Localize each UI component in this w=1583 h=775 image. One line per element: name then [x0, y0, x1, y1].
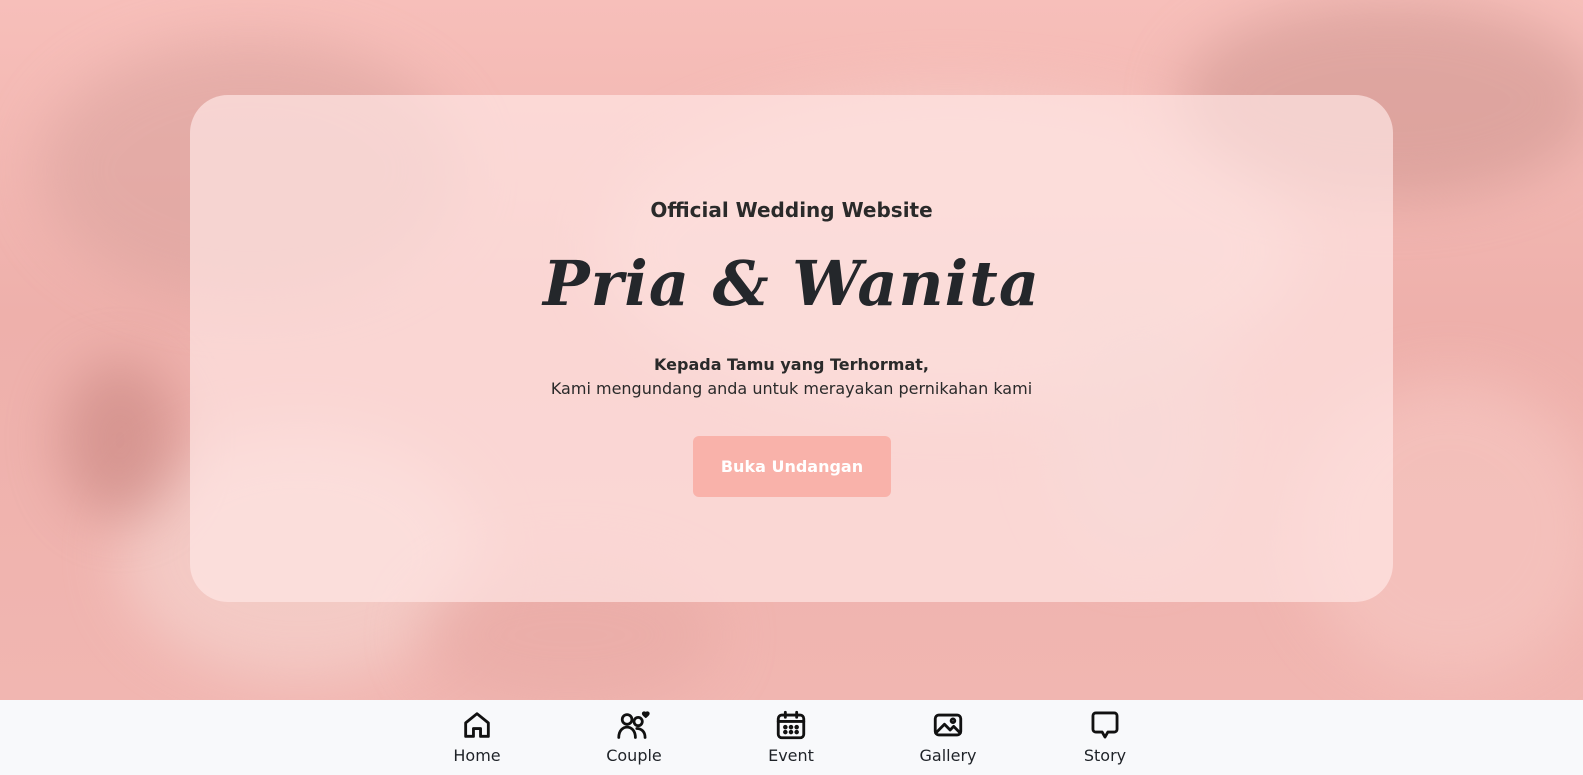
nav-label-couple: Couple	[606, 746, 662, 765]
chat-bubble-icon	[1091, 711, 1119, 739]
open-invitation-button[interactable]: Buka Undangan	[693, 436, 891, 497]
image-icon	[933, 713, 963, 737]
background-photo-blur	[60, 360, 180, 520]
couple-icon	[617, 711, 650, 739]
bottom-navigation: Home Couple Event Gallery Story	[0, 700, 1583, 775]
nav-label-home: Home	[453, 746, 501, 765]
nav-item-couple[interactable]: Couple	[579, 707, 689, 769]
calendar-icon	[776, 710, 806, 740]
nav-label-event: Event	[768, 746, 814, 765]
nav-item-home[interactable]: Home	[422, 707, 532, 769]
nav-item-story[interactable]: Story	[1050, 707, 1160, 769]
invitation-card: Official Wedding Website Pria & Wanita K…	[190, 95, 1393, 602]
couple-names: Pria & Wanita	[542, 247, 1040, 320]
home-icon	[464, 712, 490, 738]
nav-label-story: Story	[1083, 746, 1127, 765]
hero-background: Official Wedding Website Pria & Wanita K…	[0, 0, 1583, 700]
invitation-text: Kami mengundang anda untuk merayakan per…	[550, 379, 1033, 398]
nav-item-gallery[interactable]: Gallery	[893, 707, 1003, 769]
guest-greeting: Kepada Tamu yang Terhormat,	[654, 355, 929, 374]
website-subtitle: Official Wedding Website	[650, 198, 933, 222]
nav-label-gallery: Gallery	[919, 746, 977, 765]
nav-item-event[interactable]: Event	[736, 707, 846, 769]
